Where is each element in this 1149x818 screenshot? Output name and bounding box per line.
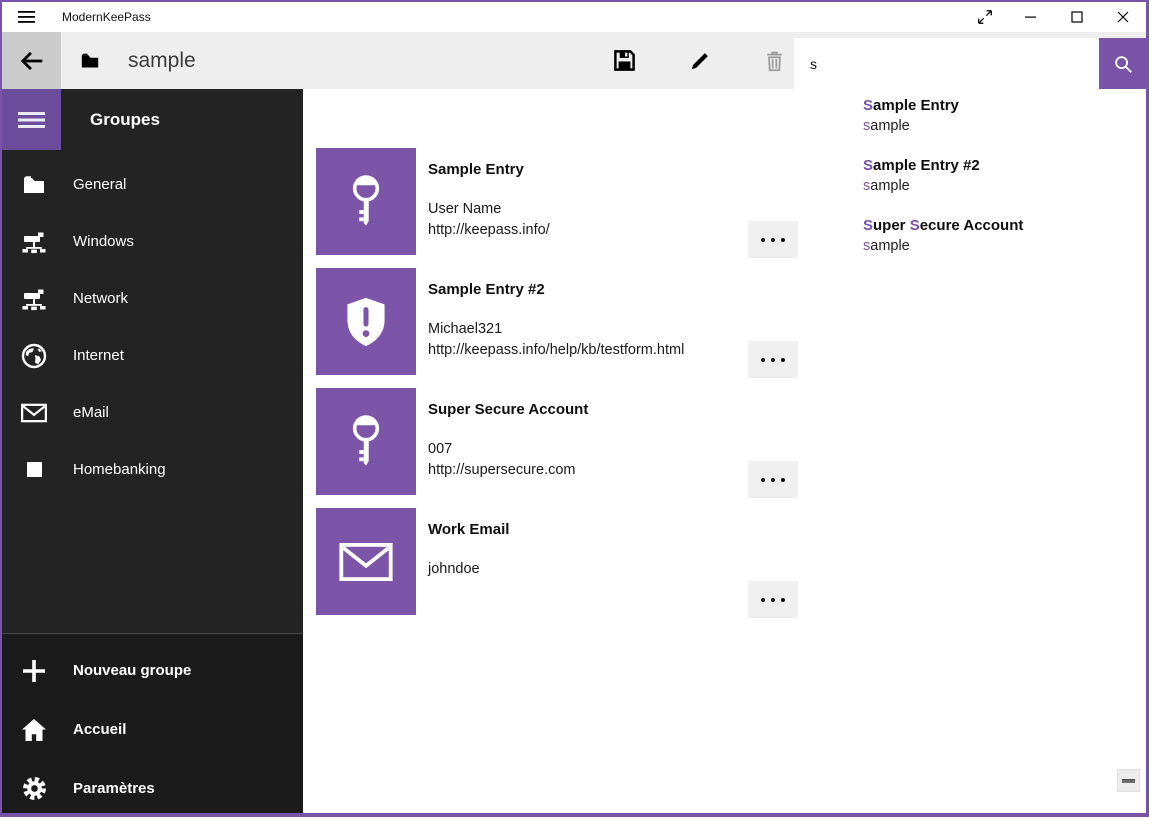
- close-icon: [1117, 11, 1129, 23]
- plus-icon: [21, 658, 47, 684]
- globe-icon: [21, 343, 47, 369]
- nav-hamburger-button[interactable]: [2, 89, 61, 150]
- minus-icon: [1122, 779, 1135, 783]
- back-button[interactable]: [2, 32, 61, 89]
- groups-heading: Groupes: [90, 89, 160, 150]
- search-result-group: sample: [863, 176, 1133, 196]
- square-icon: [21, 462, 47, 477]
- network-icon: [21, 229, 47, 255]
- shield-icon: [343, 296, 389, 348]
- save-icon: [613, 49, 636, 72]
- gear-icon: [21, 776, 47, 801]
- window-title: ModernKeePass: [62, 10, 151, 24]
- sidebar-item-email[interactable]: eMail: [2, 384, 303, 441]
- entry-url: http://supersecure.com: [428, 460, 576, 481]
- entry-tile[interactable]: [316, 388, 416, 495]
- search-result-title: Sample Entry #2: [863, 156, 1133, 176]
- back-arrow-icon: [19, 48, 45, 74]
- trash-icon: [764, 50, 785, 72]
- search-result-group: sample: [863, 236, 1133, 256]
- entry-tile[interactable]: [316, 148, 416, 255]
- search-result-title: Super Secure Account: [863, 216, 1133, 236]
- entry-row[interactable]: Super Secure Account 007 http://supersec…: [316, 388, 816, 495]
- key-icon: [344, 173, 388, 231]
- search-result[interactable]: Super Secure Account sample: [863, 216, 1133, 256]
- sidebar-item-home[interactable]: Accueil: [2, 700, 303, 759]
- minimize-button[interactable]: [1008, 2, 1054, 32]
- search-input[interactable]: [794, 38, 1099, 89]
- save-button[interactable]: [587, 32, 662, 89]
- entry-row[interactable]: Sample Entry #2 Michael321 http://keepas…: [316, 268, 816, 375]
- envelope-icon: [21, 403, 47, 423]
- entry-details: johndoe: [428, 559, 480, 580]
- more-button[interactable]: [748, 581, 798, 618]
- entry-row[interactable]: Sample Entry User Name http://keepass.in…: [316, 148, 816, 255]
- search-result[interactable]: Sample Entry sample: [863, 96, 1133, 136]
- zoom-out-button[interactable]: [1117, 769, 1140, 792]
- entry-username: johndoe: [428, 559, 480, 580]
- sidebar-item-homebanking[interactable]: Homebanking: [2, 441, 303, 498]
- entry-username: 007: [428, 439, 576, 460]
- entry-details: 007 http://supersecure.com: [428, 439, 576, 480]
- search-results: Sample Entry sample Sample Entry #2 samp…: [863, 96, 1133, 276]
- edit-button[interactable]: [662, 32, 737, 89]
- search-result-title: Sample Entry: [863, 96, 1133, 116]
- sidebar-item-settings[interactable]: Paramètres: [2, 759, 303, 818]
- sidebar: Groupes General Windows Network: [2, 89, 303, 813]
- sidebar-item-network[interactable]: Network: [2, 270, 303, 327]
- entry-username: Michael321: [428, 319, 684, 340]
- sidebar-item-windows[interactable]: Windows: [2, 213, 303, 270]
- entry-username: User Name: [428, 199, 550, 220]
- sidebar-item-new-group[interactable]: Nouveau groupe: [2, 641, 303, 700]
- entry-tile[interactable]: [316, 508, 416, 615]
- more-button[interactable]: [748, 341, 798, 378]
- hamburger-icon: [18, 10, 35, 24]
- fullscreen-button[interactable]: [962, 2, 1008, 32]
- entry-url: http://keepass.info/: [428, 220, 550, 241]
- more-icon: [761, 598, 765, 602]
- maximize-icon: [1071, 11, 1083, 23]
- entry-title: Super Secure Account: [428, 401, 588, 418]
- more-icon: [761, 478, 765, 482]
- app-window: ModernKeePass: [0, 0, 1149, 817]
- more-icon: [761, 358, 765, 362]
- sidebar-item-general[interactable]: General: [2, 156, 303, 213]
- entry-url: http://keepass.info/help/kb/testform.htm…: [428, 340, 684, 361]
- entry-details: User Name http://keepass.info/: [428, 199, 550, 240]
- more-icon: [761, 238, 765, 242]
- search-result[interactable]: Sample Entry #2 sample: [863, 156, 1133, 196]
- appbar-actions: [587, 32, 812, 89]
- envelope-icon: [339, 543, 393, 581]
- database-name: sample: [128, 32, 196, 89]
- more-button[interactable]: [748, 461, 798, 498]
- close-button[interactable]: [1100, 2, 1146, 32]
- app-menu-button[interactable]: [2, 2, 50, 32]
- entry-row[interactable]: Work Email johndoe: [316, 508, 816, 615]
- entry-title: Sample Entry: [428, 161, 524, 178]
- fullscreen-icon: [976, 8, 994, 26]
- titlebar: ModernKeePass: [2, 2, 1146, 32]
- entry-title: Sample Entry #2: [428, 281, 545, 298]
- entry-tile[interactable]: [316, 268, 416, 375]
- more-button[interactable]: [748, 221, 798, 258]
- sidebar-item-internet[interactable]: Internet: [2, 327, 303, 384]
- minimize-icon: [1025, 11, 1037, 23]
- window-controls: [962, 2, 1146, 32]
- hamburger-icon: [18, 110, 45, 130]
- appbar: sample: [2, 32, 1146, 89]
- group-list: General Windows Network Internet: [2, 156, 303, 498]
- search-button[interactable]: [1099, 38, 1146, 89]
- maximize-button[interactable]: [1054, 2, 1100, 32]
- search-result-group: sample: [863, 116, 1133, 136]
- search-icon: [1112, 53, 1134, 75]
- entry-title: Work Email: [428, 521, 509, 538]
- database-folder-icon: [80, 32, 100, 89]
- key-icon: [344, 413, 388, 471]
- folder-icon: [21, 174, 47, 196]
- home-icon: [21, 718, 47, 742]
- network-icon: [21, 286, 47, 312]
- pencil-icon: [689, 50, 711, 72]
- entry-details: Michael321 http://keepass.info/help/kb/t…: [428, 319, 684, 360]
- sidebar-bottom: Nouveau groupe Accueil Paramètres: [2, 633, 303, 813]
